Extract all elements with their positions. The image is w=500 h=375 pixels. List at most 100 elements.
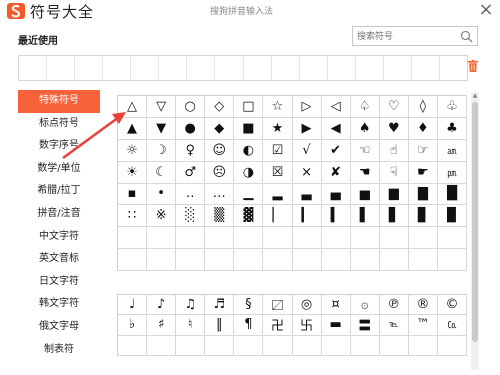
symbol-cell[interactable]: ▽ xyxy=(147,96,177,118)
symbol-cell[interactable] xyxy=(292,227,322,250)
symbol-cell[interactable]: ▃ xyxy=(292,183,322,206)
symbol-cell[interactable]: ㏘ xyxy=(437,161,467,184)
symbol-cell[interactable]: ℡ xyxy=(379,315,409,336)
symbol-cell[interactable]: ● xyxy=(176,117,206,140)
sidebar-item[interactable]: 韩文字符 xyxy=(18,293,100,316)
symbol-cell[interactable] xyxy=(408,249,438,271)
sidebar-item[interactable]: 数学/单位 xyxy=(18,158,100,181)
symbol-cell[interactable]: ▄ xyxy=(321,183,351,206)
symbol-cell[interactable] xyxy=(147,249,177,271)
symbol-cell[interactable] xyxy=(118,249,148,271)
symbol-cell[interactable]: ◇ xyxy=(205,96,235,118)
symbol-cell[interactable]: ▏ xyxy=(263,205,293,228)
symbol-cell[interactable]: ☺ xyxy=(205,139,235,162)
symbol-cell[interactable] xyxy=(176,335,206,356)
symbol-cell[interactable] xyxy=(321,335,351,356)
symbol-cell[interactable]: ▓ xyxy=(234,205,264,228)
symbol-cell[interactable] xyxy=(408,335,438,356)
recent-slot[interactable] xyxy=(300,56,328,80)
symbol-cell[interactable]: ♮ xyxy=(176,315,206,336)
symbol-cell[interactable]: ♩ xyxy=(118,295,148,316)
sidebar-item[interactable]: 数字序号 xyxy=(18,135,100,158)
symbol-cell[interactable]: ‖ xyxy=(205,315,235,336)
symbol-cell[interactable]: 〼 xyxy=(263,295,293,316)
scroll-thumb[interactable] xyxy=(472,102,478,342)
symbol-cell[interactable]: ♪ xyxy=(147,295,177,316)
symbol-cell[interactable]: ☹ xyxy=(205,161,235,184)
recent-slot[interactable] xyxy=(75,56,104,80)
symbol-cell[interactable]: ☜ xyxy=(350,139,380,162)
symbol-cell[interactable] xyxy=(263,227,293,250)
symbol-cell[interactable]: ✔ xyxy=(321,139,351,162)
recent-slot[interactable] xyxy=(159,56,188,80)
symbol-cell[interactable]: 〓 xyxy=(350,315,380,336)
symbol-cell[interactable]: ▎ xyxy=(292,205,322,228)
symbol-cell[interactable]: © xyxy=(437,295,467,316)
symbol-cell[interactable] xyxy=(147,335,177,356)
symbol-cell[interactable]: ▲ xyxy=(118,117,148,140)
symbol-cell[interactable]: ▇ xyxy=(408,183,438,206)
symbol-cell[interactable]: ℗ xyxy=(379,295,409,316)
symbol-cell[interactable]: █ xyxy=(437,183,467,206)
symbol-cell[interactable] xyxy=(234,249,264,271)
symbol-cell[interactable]: ♀ xyxy=(176,139,206,162)
sidebar-item[interactable]: 标点符号 xyxy=(18,113,100,136)
recent-slot[interactable] xyxy=(47,56,76,80)
recent-slot[interactable] xyxy=(19,56,48,80)
symbol-cell[interactable]: ▆ xyxy=(379,183,409,206)
symbol-cell[interactable]: ★ xyxy=(263,117,293,140)
symbol-cell[interactable]: ▍ xyxy=(321,205,351,228)
symbol-cell[interactable]: ♫ xyxy=(176,295,206,316)
symbol-cell[interactable] xyxy=(292,249,322,271)
symbol-cell[interactable] xyxy=(263,249,293,271)
symbol-cell[interactable]: ◊ xyxy=(408,96,438,118)
symbol-cell[interactable]: ¤ xyxy=(321,295,351,316)
symbol-cell[interactable]: ™ xyxy=(408,315,438,336)
recent-slot[interactable] xyxy=(384,56,412,80)
symbol-cell[interactable]: ㏇ xyxy=(437,315,467,336)
symbol-cell[interactable]: □ xyxy=(234,96,264,118)
symbol-cell[interactable]: ■ xyxy=(234,117,264,140)
recent-slot[interactable] xyxy=(103,56,132,80)
sidebar-item[interactable]: 希腊/拉丁 xyxy=(18,180,100,203)
recent-slot[interactable] xyxy=(244,56,272,80)
symbol-cell[interactable]: ♡ xyxy=(379,96,409,118)
symbol-cell[interactable] xyxy=(321,249,351,271)
symbol-cell[interactable]: § xyxy=(234,295,264,316)
sidebar-item[interactable]: 英文音标 xyxy=(18,248,100,271)
trash-icon[interactable] xyxy=(468,60,478,72)
recent-slot[interactable] xyxy=(131,56,160,80)
symbol-cell[interactable]: ▷ xyxy=(292,96,322,118)
symbol-cell[interactable] xyxy=(118,227,148,250)
symbol-cell[interactable]: ♤ xyxy=(350,96,380,118)
sidebar-item[interactable]: 制表符 xyxy=(18,339,100,362)
symbol-cell[interactable]: 卐 xyxy=(292,315,322,336)
symbol-cell[interactable]: ♣ xyxy=(437,117,467,140)
symbol-cell[interactable]: ☝ xyxy=(379,139,409,162)
search-input[interactable] xyxy=(357,29,453,44)
recent-slot[interactable] xyxy=(187,56,216,80)
symbol-cell[interactable] xyxy=(408,227,438,250)
symbol-cell[interactable] xyxy=(437,335,467,356)
symbol-cell[interactable]: ▬ xyxy=(321,315,351,336)
sidebar-item[interactable]: 俄文字母 xyxy=(18,316,100,339)
symbol-cell[interactable]: ♭ xyxy=(118,315,148,336)
symbol-cell[interactable]: ░ xyxy=(176,205,206,228)
symbol-cell[interactable]: ☀ xyxy=(118,161,148,184)
symbol-cell[interactable]: ▌ xyxy=(350,205,380,228)
symbol-cell[interactable]: ○ xyxy=(176,96,206,118)
symbol-cell[interactable] xyxy=(437,249,467,271)
symbol-cell[interactable]: ♠ xyxy=(350,117,380,140)
symbol-cell[interactable] xyxy=(205,335,235,356)
sidebar-item[interactable]: 日文字符 xyxy=(18,271,100,294)
symbol-cell[interactable]: ☆ xyxy=(263,96,293,118)
symbol-cell[interactable] xyxy=(205,227,235,250)
symbol-cell[interactable]: ۞ xyxy=(350,295,380,316)
scroll-up-icon[interactable]: ▲ xyxy=(471,92,479,100)
symbol-cell[interactable]: 卍 xyxy=(263,315,293,336)
symbol-cell[interactable] xyxy=(321,227,351,250)
close-button[interactable]: × xyxy=(475,0,497,20)
recent-slot[interactable] xyxy=(356,56,384,80)
symbol-cell[interactable]: ▶ xyxy=(292,117,322,140)
symbol-cell[interactable]: ♦ xyxy=(408,117,438,140)
